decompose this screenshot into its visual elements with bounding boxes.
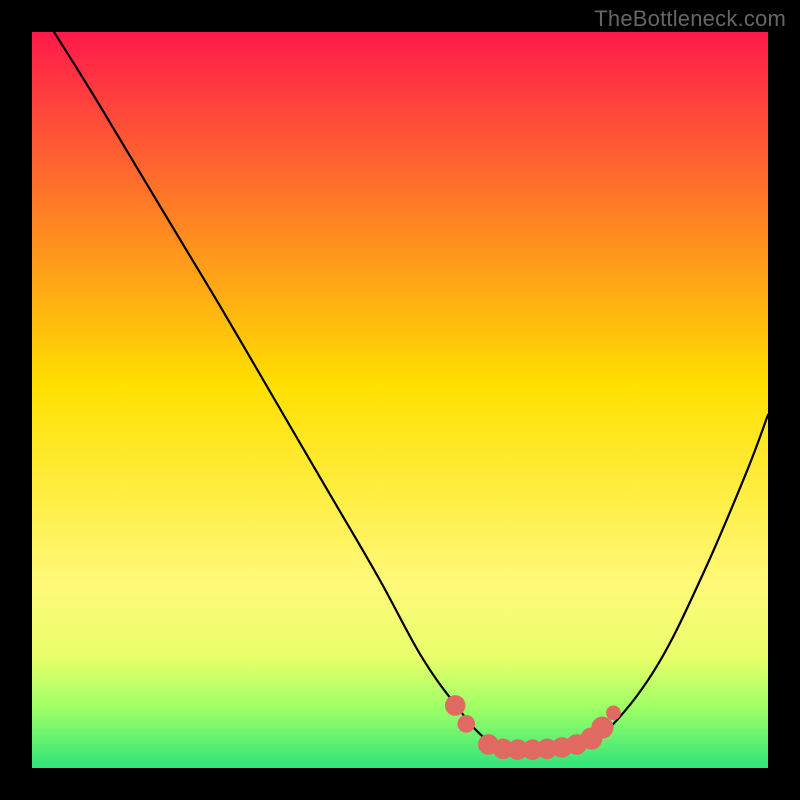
- watermark-text: TheBottleneck.com: [594, 6, 786, 32]
- gradient-background: [32, 32, 768, 768]
- chart-container: TheBottleneck.com: [0, 0, 800, 800]
- marker-dot: [591, 716, 613, 738]
- marker-dot: [445, 695, 466, 716]
- plot-area: [32, 32, 768, 768]
- marker-dot: [606, 705, 621, 720]
- bottleneck-chart: [32, 32, 768, 768]
- marker-dot: [457, 715, 475, 733]
